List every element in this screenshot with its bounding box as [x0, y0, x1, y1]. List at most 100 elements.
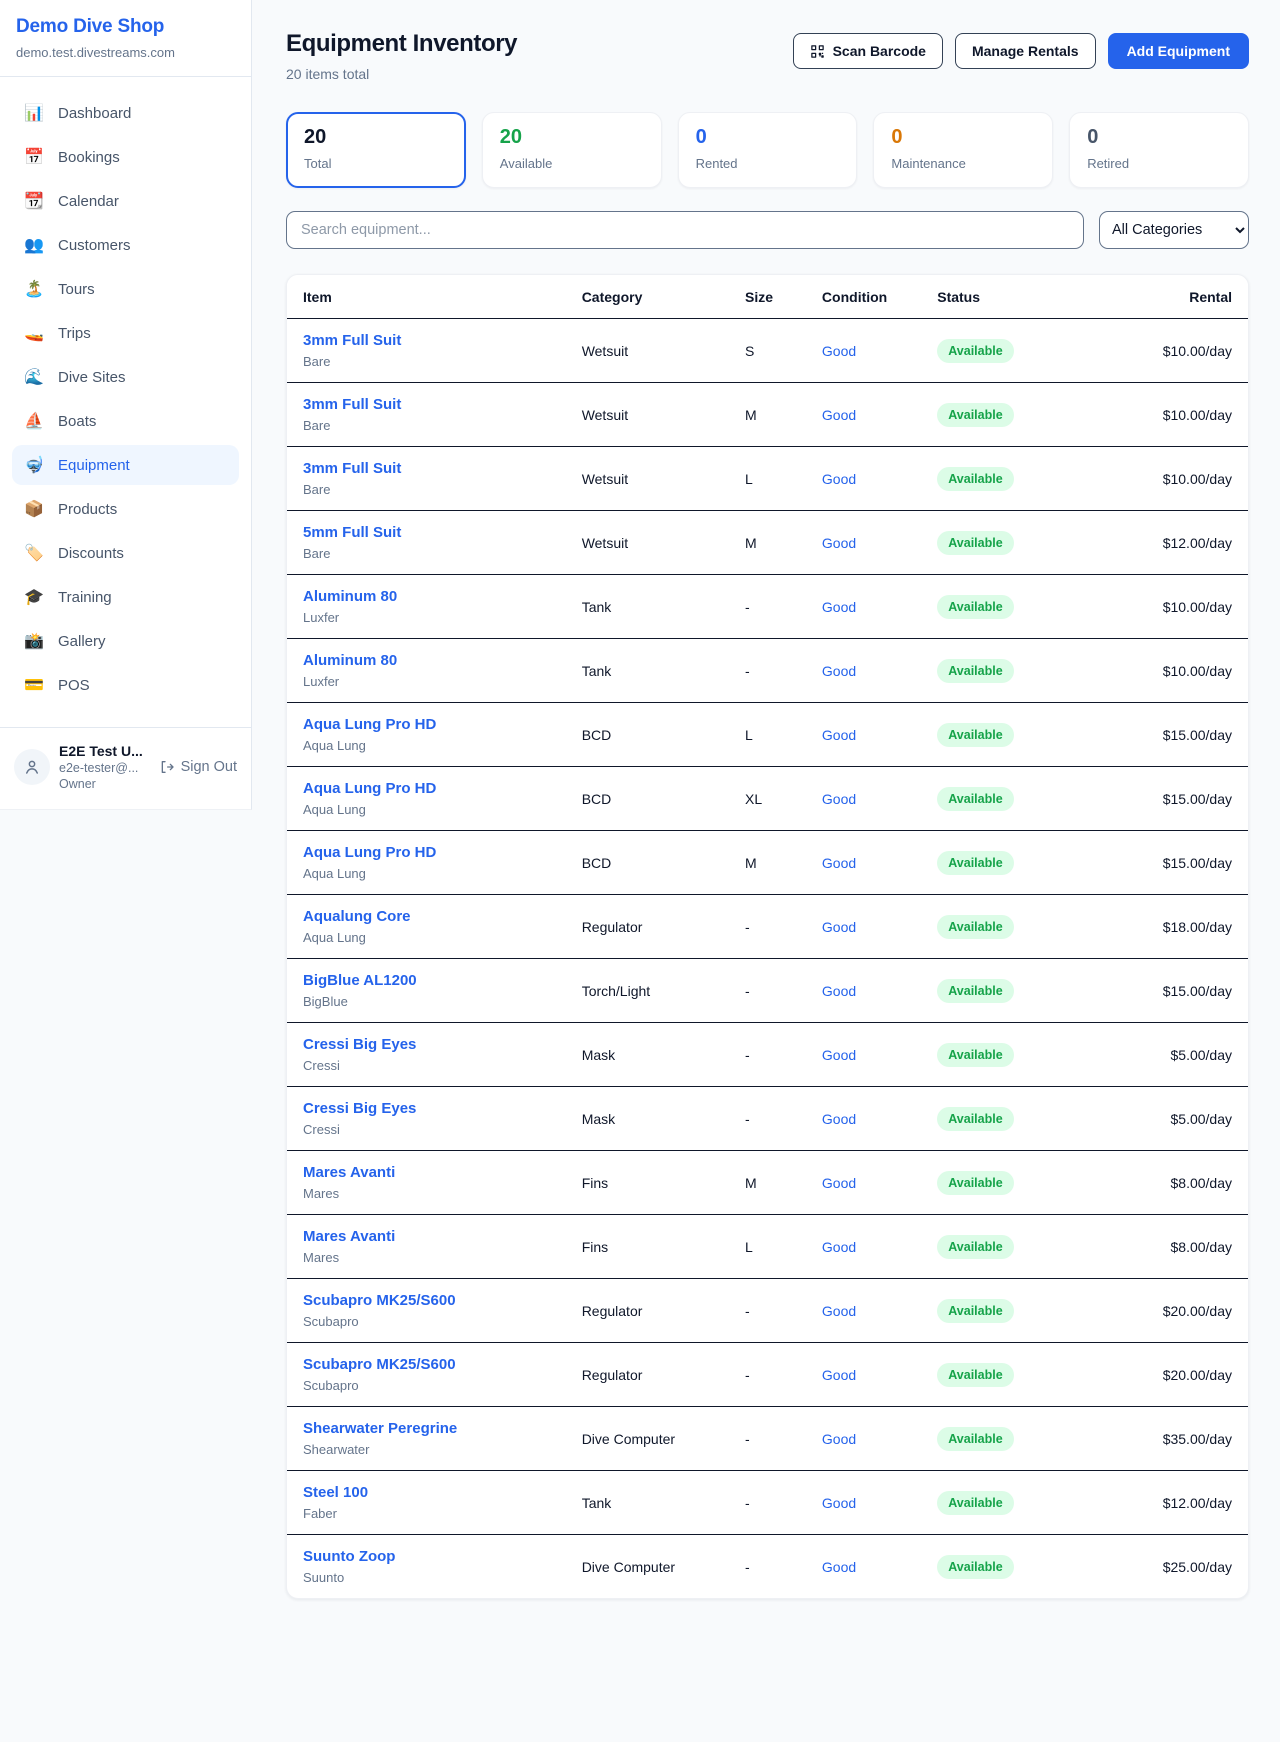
item-link[interactable]: 5mm Full Suit: [303, 524, 550, 541]
rental-cell: $12.00/day: [1075, 511, 1248, 575]
condition-link[interactable]: Good: [822, 727, 856, 743]
user-name: E2E Test U...: [59, 743, 143, 759]
add-equipment-button[interactable]: Add Equipment: [1108, 33, 1249, 69]
item-link[interactable]: Steel 100: [303, 1484, 550, 1501]
rental-cell: $8.00/day: [1075, 1151, 1248, 1215]
item-brand: Scubapro: [303, 1378, 550, 1393]
condition-link[interactable]: Good: [822, 919, 856, 935]
condition-link[interactable]: Good: [822, 983, 856, 999]
nav-item-icon: 🌊: [23, 367, 45, 387]
item-link[interactable]: Suunto Zoop: [303, 1548, 550, 1565]
condition-link[interactable]: Good: [822, 535, 856, 551]
page-header: Equipment Inventory 20 items total Scan …: [286, 30, 1249, 82]
category-cell: Wetsuit: [566, 511, 729, 575]
size-cell: -: [729, 1087, 806, 1151]
table-row: Mares Avanti Mares Fins L Good Available…: [287, 1215, 1248, 1279]
status-badge: Available: [937, 1491, 1013, 1515]
item-link[interactable]: Aqua Lung Pro HD: [303, 844, 550, 861]
condition-link[interactable]: Good: [822, 1175, 856, 1191]
search-input[interactable]: [286, 211, 1084, 249]
sidebar-item-dive-sites[interactable]: 🌊 Dive Sites: [12, 357, 239, 397]
status-badge: Available: [937, 531, 1013, 555]
status-badge: Available: [937, 851, 1013, 875]
item-link[interactable]: Aqua Lung Pro HD: [303, 780, 550, 797]
item-link[interactable]: Mares Avanti: [303, 1228, 550, 1245]
item-link[interactable]: 3mm Full Suit: [303, 460, 550, 477]
stat-card-total[interactable]: 20 Total: [286, 112, 466, 188]
item-link[interactable]: Shearwater Peregrine: [303, 1420, 550, 1437]
scan-barcode-label: Scan Barcode: [833, 43, 926, 59]
sidebar-item-calendar[interactable]: 📆 Calendar: [12, 181, 239, 221]
status-badge: Available: [937, 1427, 1013, 1451]
category-cell: BCD: [566, 767, 729, 831]
sign-out-button[interactable]: Sign Out: [159, 759, 237, 775]
stat-card-maintenance[interactable]: 0 Maintenance: [873, 112, 1053, 188]
category-cell: Regulator: [566, 1279, 729, 1343]
item-brand: Bare: [303, 482, 550, 497]
table-row: Suunto Zoop Suunto Dive Computer - Good …: [287, 1535, 1248, 1599]
item-brand: BigBlue: [303, 994, 550, 1009]
item-link[interactable]: Aluminum 80: [303, 588, 550, 605]
sidebar-nav: 📊 Dashboard 📅 Bookings 📆 Calendar 👥 Cust…: [0, 77, 251, 719]
condition-link[interactable]: Good: [822, 1111, 856, 1127]
rental-cell: $18.00/day: [1075, 895, 1248, 959]
condition-link[interactable]: Good: [822, 1047, 856, 1063]
stat-card-available[interactable]: 20 Available: [482, 112, 662, 188]
table-row: Shearwater Peregrine Shearwater Dive Com…: [287, 1407, 1248, 1471]
stat-card-rented[interactable]: 0 Rented: [678, 112, 858, 188]
condition-link[interactable]: Good: [822, 791, 856, 807]
sidebar-item-trips[interactable]: 🚤 Trips: [12, 313, 239, 353]
condition-link[interactable]: Good: [822, 1559, 856, 1575]
item-link[interactable]: Mares Avanti: [303, 1164, 550, 1181]
category-cell: Tank: [566, 575, 729, 639]
size-cell: L: [729, 1215, 806, 1279]
sidebar-item-products[interactable]: 📦 Products: [12, 489, 239, 529]
manage-rentals-button[interactable]: Manage Rentals: [955, 33, 1096, 69]
item-link[interactable]: Cressi Big Eyes: [303, 1036, 550, 1053]
sidebar-item-customers[interactable]: 👥 Customers: [12, 225, 239, 265]
sidebar-item-pos[interactable]: 💳 POS: [12, 665, 239, 705]
item-link[interactable]: 3mm Full Suit: [303, 396, 550, 413]
condition-link[interactable]: Good: [822, 1431, 856, 1447]
item-link[interactable]: 3mm Full Suit: [303, 332, 550, 349]
category-filter-select[interactable]: All Categories: [1099, 211, 1249, 249]
sidebar-item-dashboard[interactable]: 📊 Dashboard: [12, 93, 239, 133]
item-link[interactable]: Scubapro MK25/S600: [303, 1356, 550, 1373]
sidebar-item-training[interactable]: 🎓 Training: [12, 577, 239, 617]
table-row: Aluminum 80 Luxfer Tank - Good Available…: [287, 639, 1248, 703]
nav-item-label: Dashboard: [58, 105, 131, 122]
table-row: Steel 100 Faber Tank - Good Available $1…: [287, 1471, 1248, 1535]
condition-link[interactable]: Good: [822, 599, 856, 615]
item-link[interactable]: Cressi Big Eyes: [303, 1100, 550, 1117]
status-badge: Available: [937, 1235, 1013, 1259]
table-row: 3mm Full Suit Bare Wetsuit L Good Availa…: [287, 447, 1248, 511]
item-link[interactable]: Scubapro MK25/S600: [303, 1292, 550, 1309]
sidebar-item-equipment[interactable]: 🤿 Equipment: [12, 445, 239, 485]
condition-link[interactable]: Good: [822, 407, 856, 423]
item-link[interactable]: Aqualung Core: [303, 908, 550, 925]
sidebar-item-discounts[interactable]: 🏷️ Discounts: [12, 533, 239, 573]
condition-link[interactable]: Good: [822, 1239, 856, 1255]
rental-cell: $15.00/day: [1075, 831, 1248, 895]
condition-link[interactable]: Good: [822, 471, 856, 487]
condition-link[interactable]: Good: [822, 343, 856, 359]
sidebar-item-tours[interactable]: 🏝️ Tours: [12, 269, 239, 309]
sidebar-item-boats[interactable]: ⛵ Boats: [12, 401, 239, 441]
status-badge: Available: [937, 1363, 1013, 1387]
condition-link[interactable]: Good: [822, 855, 856, 871]
item-link[interactable]: Aqua Lung Pro HD: [303, 716, 550, 733]
condition-link[interactable]: Good: [822, 1495, 856, 1511]
condition-link[interactable]: Good: [822, 1367, 856, 1383]
condition-link[interactable]: Good: [822, 1303, 856, 1319]
stat-card-retired[interactable]: 0 Retired: [1069, 112, 1249, 188]
sidebar-item-bookings[interactable]: 📅 Bookings: [12, 137, 239, 177]
condition-link[interactable]: Good: [822, 663, 856, 679]
item-link[interactable]: Aluminum 80: [303, 652, 550, 669]
person-icon: [23, 758, 41, 776]
sidebar-item-gallery[interactable]: 📸 Gallery: [12, 621, 239, 661]
scan-barcode-button[interactable]: Scan Barcode: [793, 33, 943, 69]
item-link[interactable]: BigBlue AL1200: [303, 972, 550, 989]
size-cell: L: [729, 703, 806, 767]
size-cell: S: [729, 319, 806, 383]
nav-item-label: Products: [58, 501, 117, 518]
